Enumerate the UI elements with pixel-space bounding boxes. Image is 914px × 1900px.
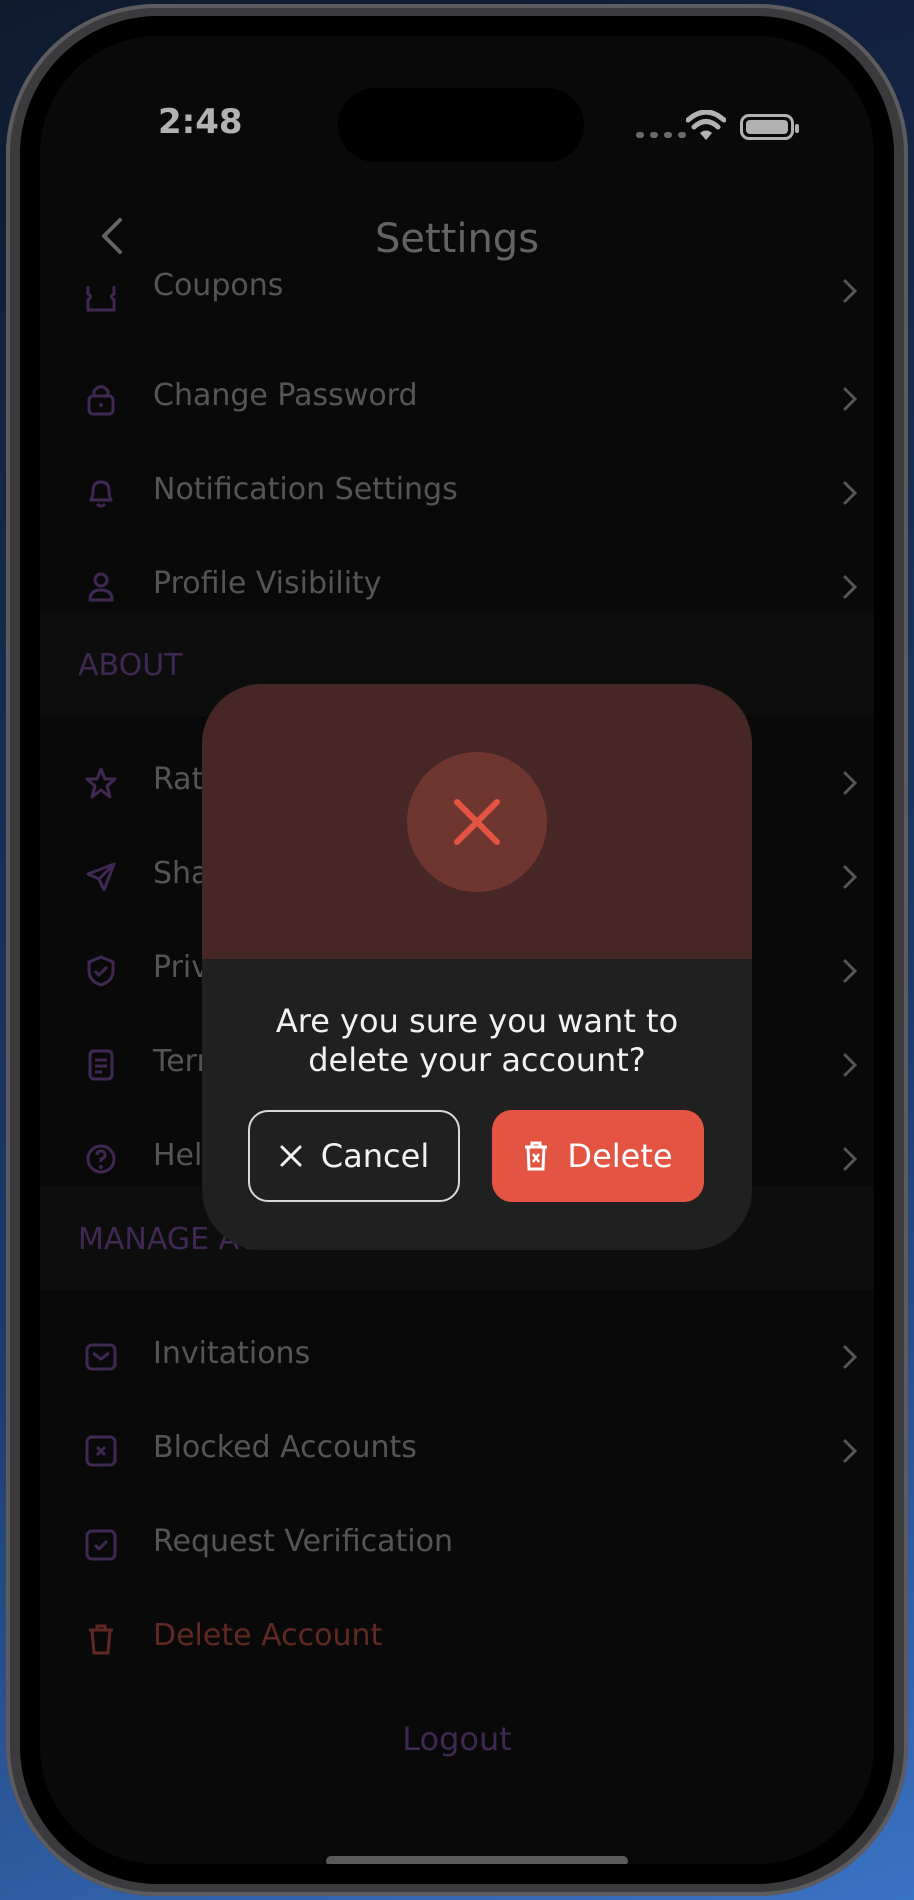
home-indicator[interactable] <box>326 1856 628 1864</box>
cancel-button[interactable]: Cancel <box>248 1110 460 1202</box>
delete-account-dialog: Are you sure you want to delete your acc… <box>202 684 752 1250</box>
phone-bezel: 2:48 Settings Coupons Change Password No… <box>20 16 894 1884</box>
cancel-button-label: Cancel <box>320 1137 430 1175</box>
dialog-message-line-2: delete your account? <box>308 1041 646 1079</box>
trash-icon <box>525 1141 548 1171</box>
dialog-header <box>202 684 752 959</box>
close-icon <box>454 799 500 845</box>
close-icon <box>280 1145 302 1167</box>
app-screen: 2:48 Settings Coupons Change Password No… <box>40 36 874 1864</box>
dialog-message-line-1: Are you sure you want to <box>275 1002 679 1040</box>
delete-button[interactable]: Delete <box>492 1110 704 1202</box>
delete-button-label: Delete <box>567 1137 673 1175</box>
error-badge <box>407 752 547 892</box>
phone-frame: 2:48 Settings Coupons Change Password No… <box>6 4 908 1896</box>
dialog-message: Are you sure you want to delete your acc… <box>202 1002 752 1080</box>
